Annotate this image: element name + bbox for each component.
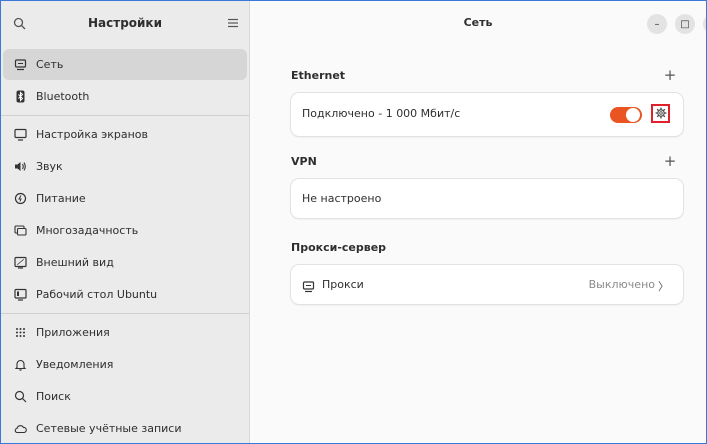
ethernet-heading: Ethernet: [291, 69, 346, 82]
ethernet-status: Подключено - 1 000 Мбит/с: [302, 107, 461, 120]
sidebar-item-label: Приложения: [36, 326, 110, 339]
proxy-row[interactable]: Прокси Выключено 〉: [291, 265, 683, 304]
sidebar-item-sound[interactable]: Звук: [3, 151, 247, 182]
proxy-icon: [302, 278, 315, 297]
add-vpn-button[interactable]: +: [662, 153, 678, 169]
ethernet-card: Подключено - 1 000 Мбит/с: [291, 93, 683, 136]
sidebar-item-label: Поиск: [36, 390, 71, 403]
speaker-icon: [12, 159, 28, 175]
sidebar-item-label: Bluetooth: [36, 90, 90, 103]
sidebar: Настройки Сеть Bluetooth Настройка экран…: [1, 1, 250, 443]
gear-icon: [655, 104, 667, 123]
sidebar-item-search[interactable]: Поиск: [3, 381, 247, 412]
sidebar-item-network[interactable]: Сеть: [3, 49, 247, 80]
online-accounts-icon: [12, 421, 28, 437]
maximize-button[interactable]: □: [675, 14, 695, 34]
toggle-knob: [626, 108, 640, 122]
chevron-right-icon: 〉: [658, 280, 669, 293]
appearance-icon: [12, 255, 28, 271]
add-ethernet-button[interactable]: +: [662, 67, 678, 83]
proxy-heading: Прокси-сервер: [291, 241, 387, 254]
sidebar-separator: [1, 115, 249, 116]
sidebar-item-bluetooth[interactable]: Bluetooth: [3, 81, 247, 112]
sidebar-item-label: Питание: [36, 192, 86, 205]
sidebar-item-appearance[interactable]: Внешний вид: [3, 247, 247, 278]
bluetooth-icon: [12, 89, 28, 105]
maximize-icon: □: [680, 18, 690, 30]
bell-icon: [12, 357, 28, 373]
sidebar-item-ubuntu-desktop[interactable]: Рабочий стол Ubuntu: [3, 279, 247, 310]
ethernet-toggle[interactable]: [610, 107, 642, 123]
settings-window: Настройки Сеть Bluetooth Настройка экран…: [0, 0, 707, 444]
sidebar-item-notifications[interactable]: Уведомления: [3, 349, 247, 380]
multitasking-icon: [12, 223, 28, 239]
sidebar-item-multitasking[interactable]: Многозадачность: [3, 215, 247, 246]
network-icon: [12, 57, 28, 73]
vpn-status: Не настроено: [302, 192, 382, 205]
main-panel: Сеть – □ × Ethernet + Подключено - 1 000…: [250, 1, 706, 443]
minimize-button[interactable]: –: [647, 14, 667, 34]
display-icon: [12, 127, 28, 143]
sidebar-list: Сеть Bluetooth Настройка экранов Звук Пи…: [1, 49, 249, 443]
minimize-icon: –: [654, 18, 660, 30]
proxy-label: Прокси: [322, 278, 364, 291]
hamburger-menu-icon[interactable]: [223, 13, 243, 33]
power-icon: [12, 191, 28, 207]
search-icon: [12, 389, 28, 405]
sidebar-header: Настройки: [1, 1, 249, 47]
sidebar-item-online-accounts[interactable]: Сетевые учётные записи: [3, 413, 247, 443]
sidebar-item-power[interactable]: Питание: [3, 183, 247, 214]
ethernet-settings-button[interactable]: [651, 104, 670, 123]
sidebar-title: Настройки: [87, 16, 162, 30]
sidebar-item-apps[interactable]: Приложения: [3, 317, 247, 348]
vpn-heading: VPN: [291, 155, 317, 168]
sidebar-item-label: Рабочий стол Ubuntu: [36, 288, 158, 301]
sidebar-item-label: Многозадачность: [36, 224, 139, 237]
apps-grid-icon: [12, 325, 28, 341]
sidebar-item-label: Сеть: [36, 58, 64, 71]
sidebar-separator: [1, 313, 249, 314]
sidebar-item-label: Внешний вид: [36, 256, 114, 269]
proxy-status: Выключено: [588, 278, 655, 291]
sidebar-item-label: Звук: [36, 160, 63, 173]
page-title: Сеть: [463, 16, 493, 29]
ubuntu-desktop-icon: [12, 287, 28, 303]
sidebar-item-label: Уведомления: [36, 358, 114, 371]
vpn-card: Не настроено: [291, 179, 683, 218]
sidebar-item-label: Сетевые учётные записи: [36, 422, 182, 435]
sidebar-item-displays[interactable]: Настройка экранов: [3, 119, 247, 150]
sidebar-item-label: Настройка экранов: [36, 128, 149, 141]
